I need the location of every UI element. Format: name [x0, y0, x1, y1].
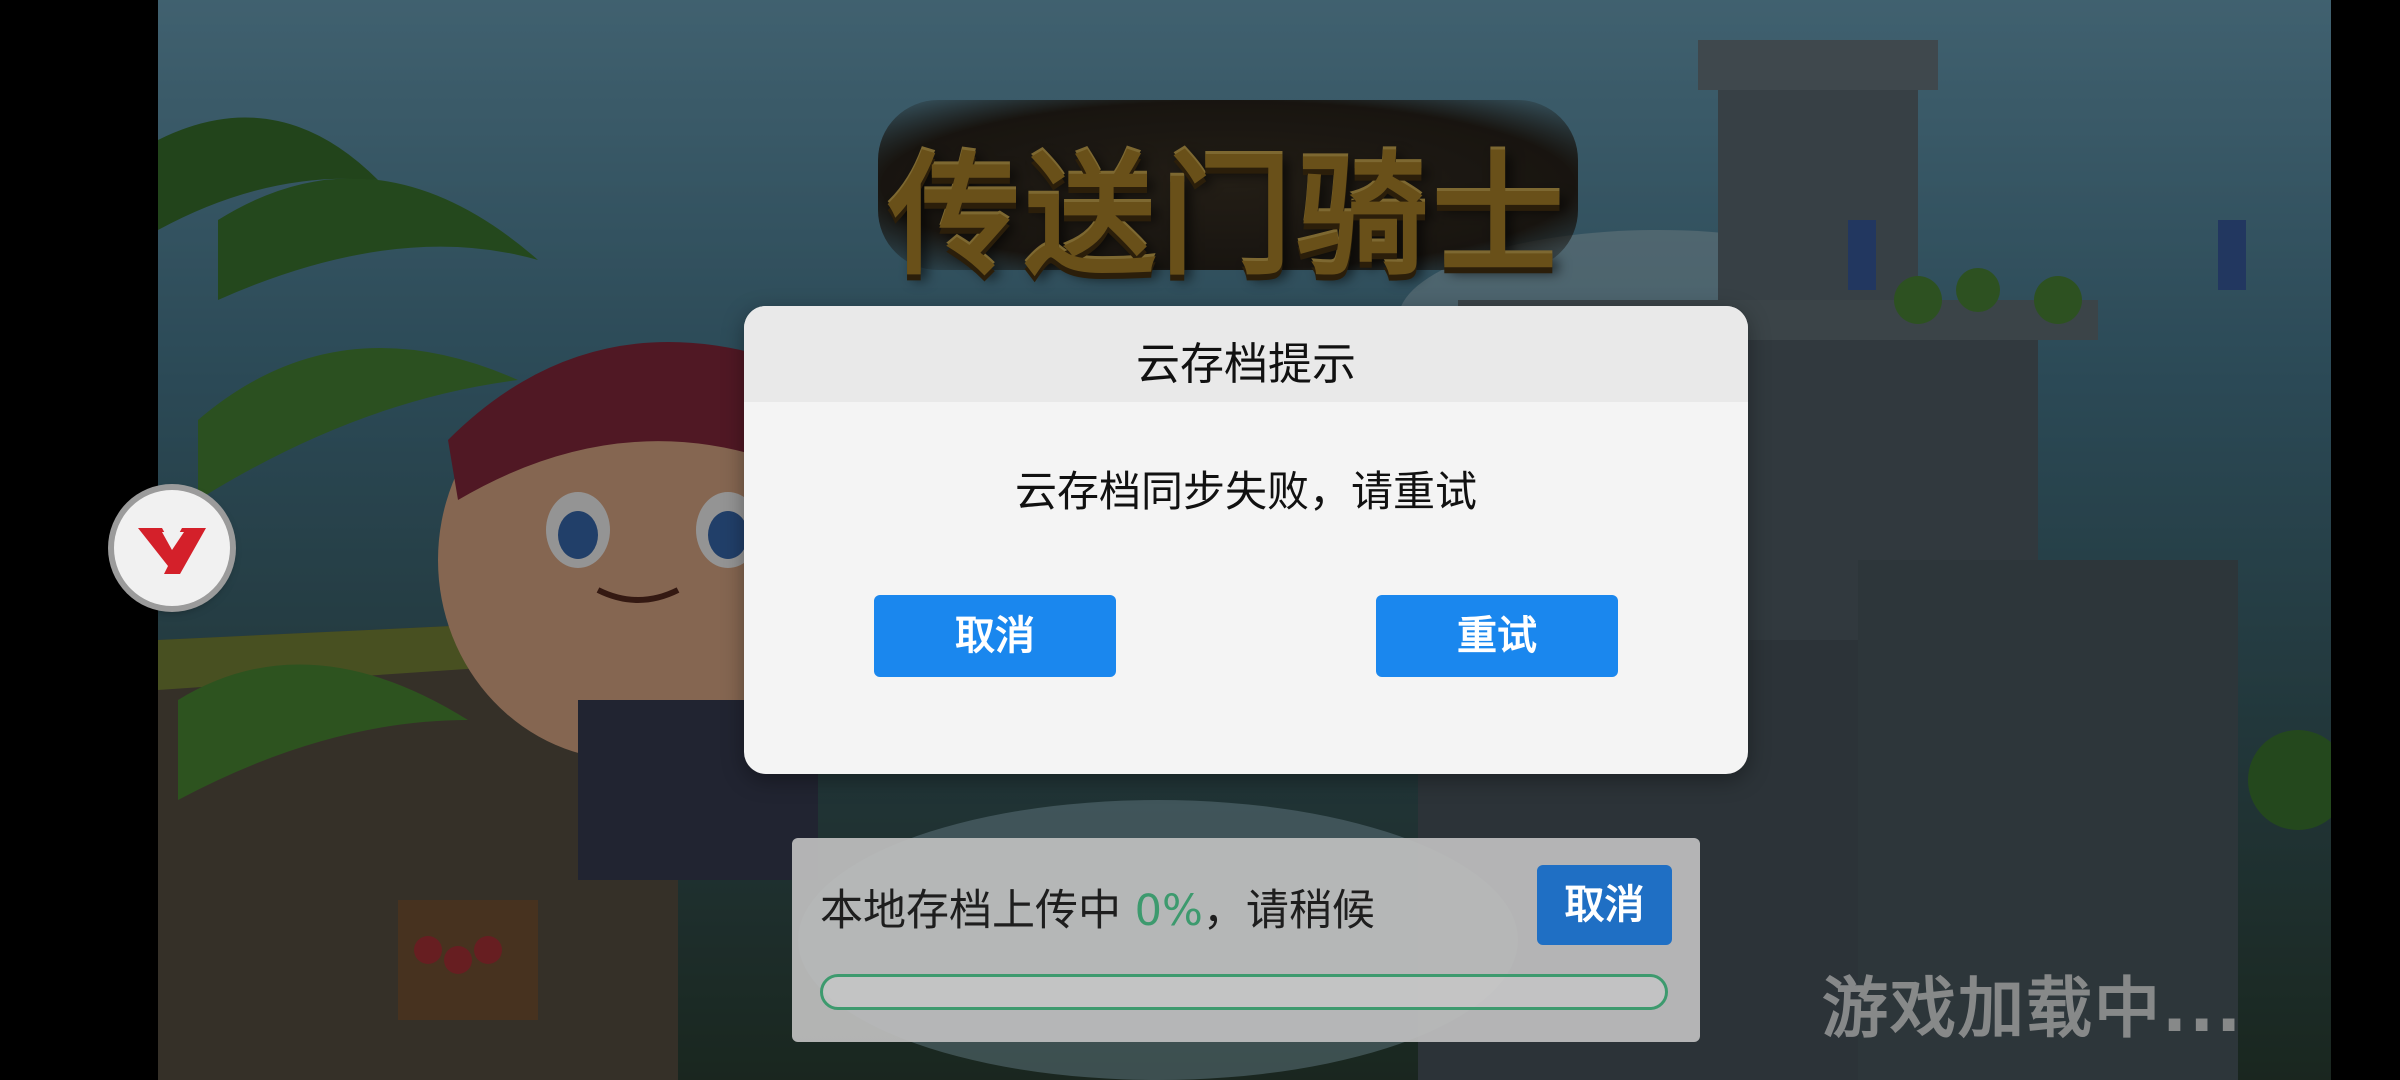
dialog-title: 云存档提示: [1136, 339, 1356, 390]
upload-message-prefix: 本地存档上传中: [820, 886, 1135, 936]
dialog-header: 云存档提示: [744, 306, 1748, 402]
y7-logo-icon: [138, 528, 206, 574]
upload-status-message: 本地存档上传中 0%，请稍候: [820, 876, 1375, 938]
upload-progress-bar: [820, 974, 1668, 1010]
upload-cancel-button[interactable]: 取消: [1537, 865, 1672, 945]
dialog-message: 云存档同步失败，请重试: [1014, 467, 1477, 516]
retry-button[interactable]: 重试: [1376, 595, 1618, 677]
floating-assistant-button[interactable]: [114, 490, 230, 606]
game-loading-text: 游戏加载中...: [1822, 970, 2244, 1047]
upload-message-suffix: ，请稍候: [1202, 886, 1375, 936]
cloud-save-dialog: 云存档提示 云存档同步失败，请重试 取消 重试: [744, 306, 1748, 774]
upload-percent: 0%: [1134, 886, 1203, 936]
game-screen: 传送门骑士 游戏加载中... 本地存档上传中 0%，请稍候 取消 云存档提示 云…: [0, 0, 2400, 1080]
letterbox-right: [2331, 0, 2400, 1080]
cancel-button[interactable]: 取消: [874, 595, 1116, 677]
upload-progress-panel: 本地存档上传中 0%，请稍候 取消: [792, 838, 1700, 1042]
